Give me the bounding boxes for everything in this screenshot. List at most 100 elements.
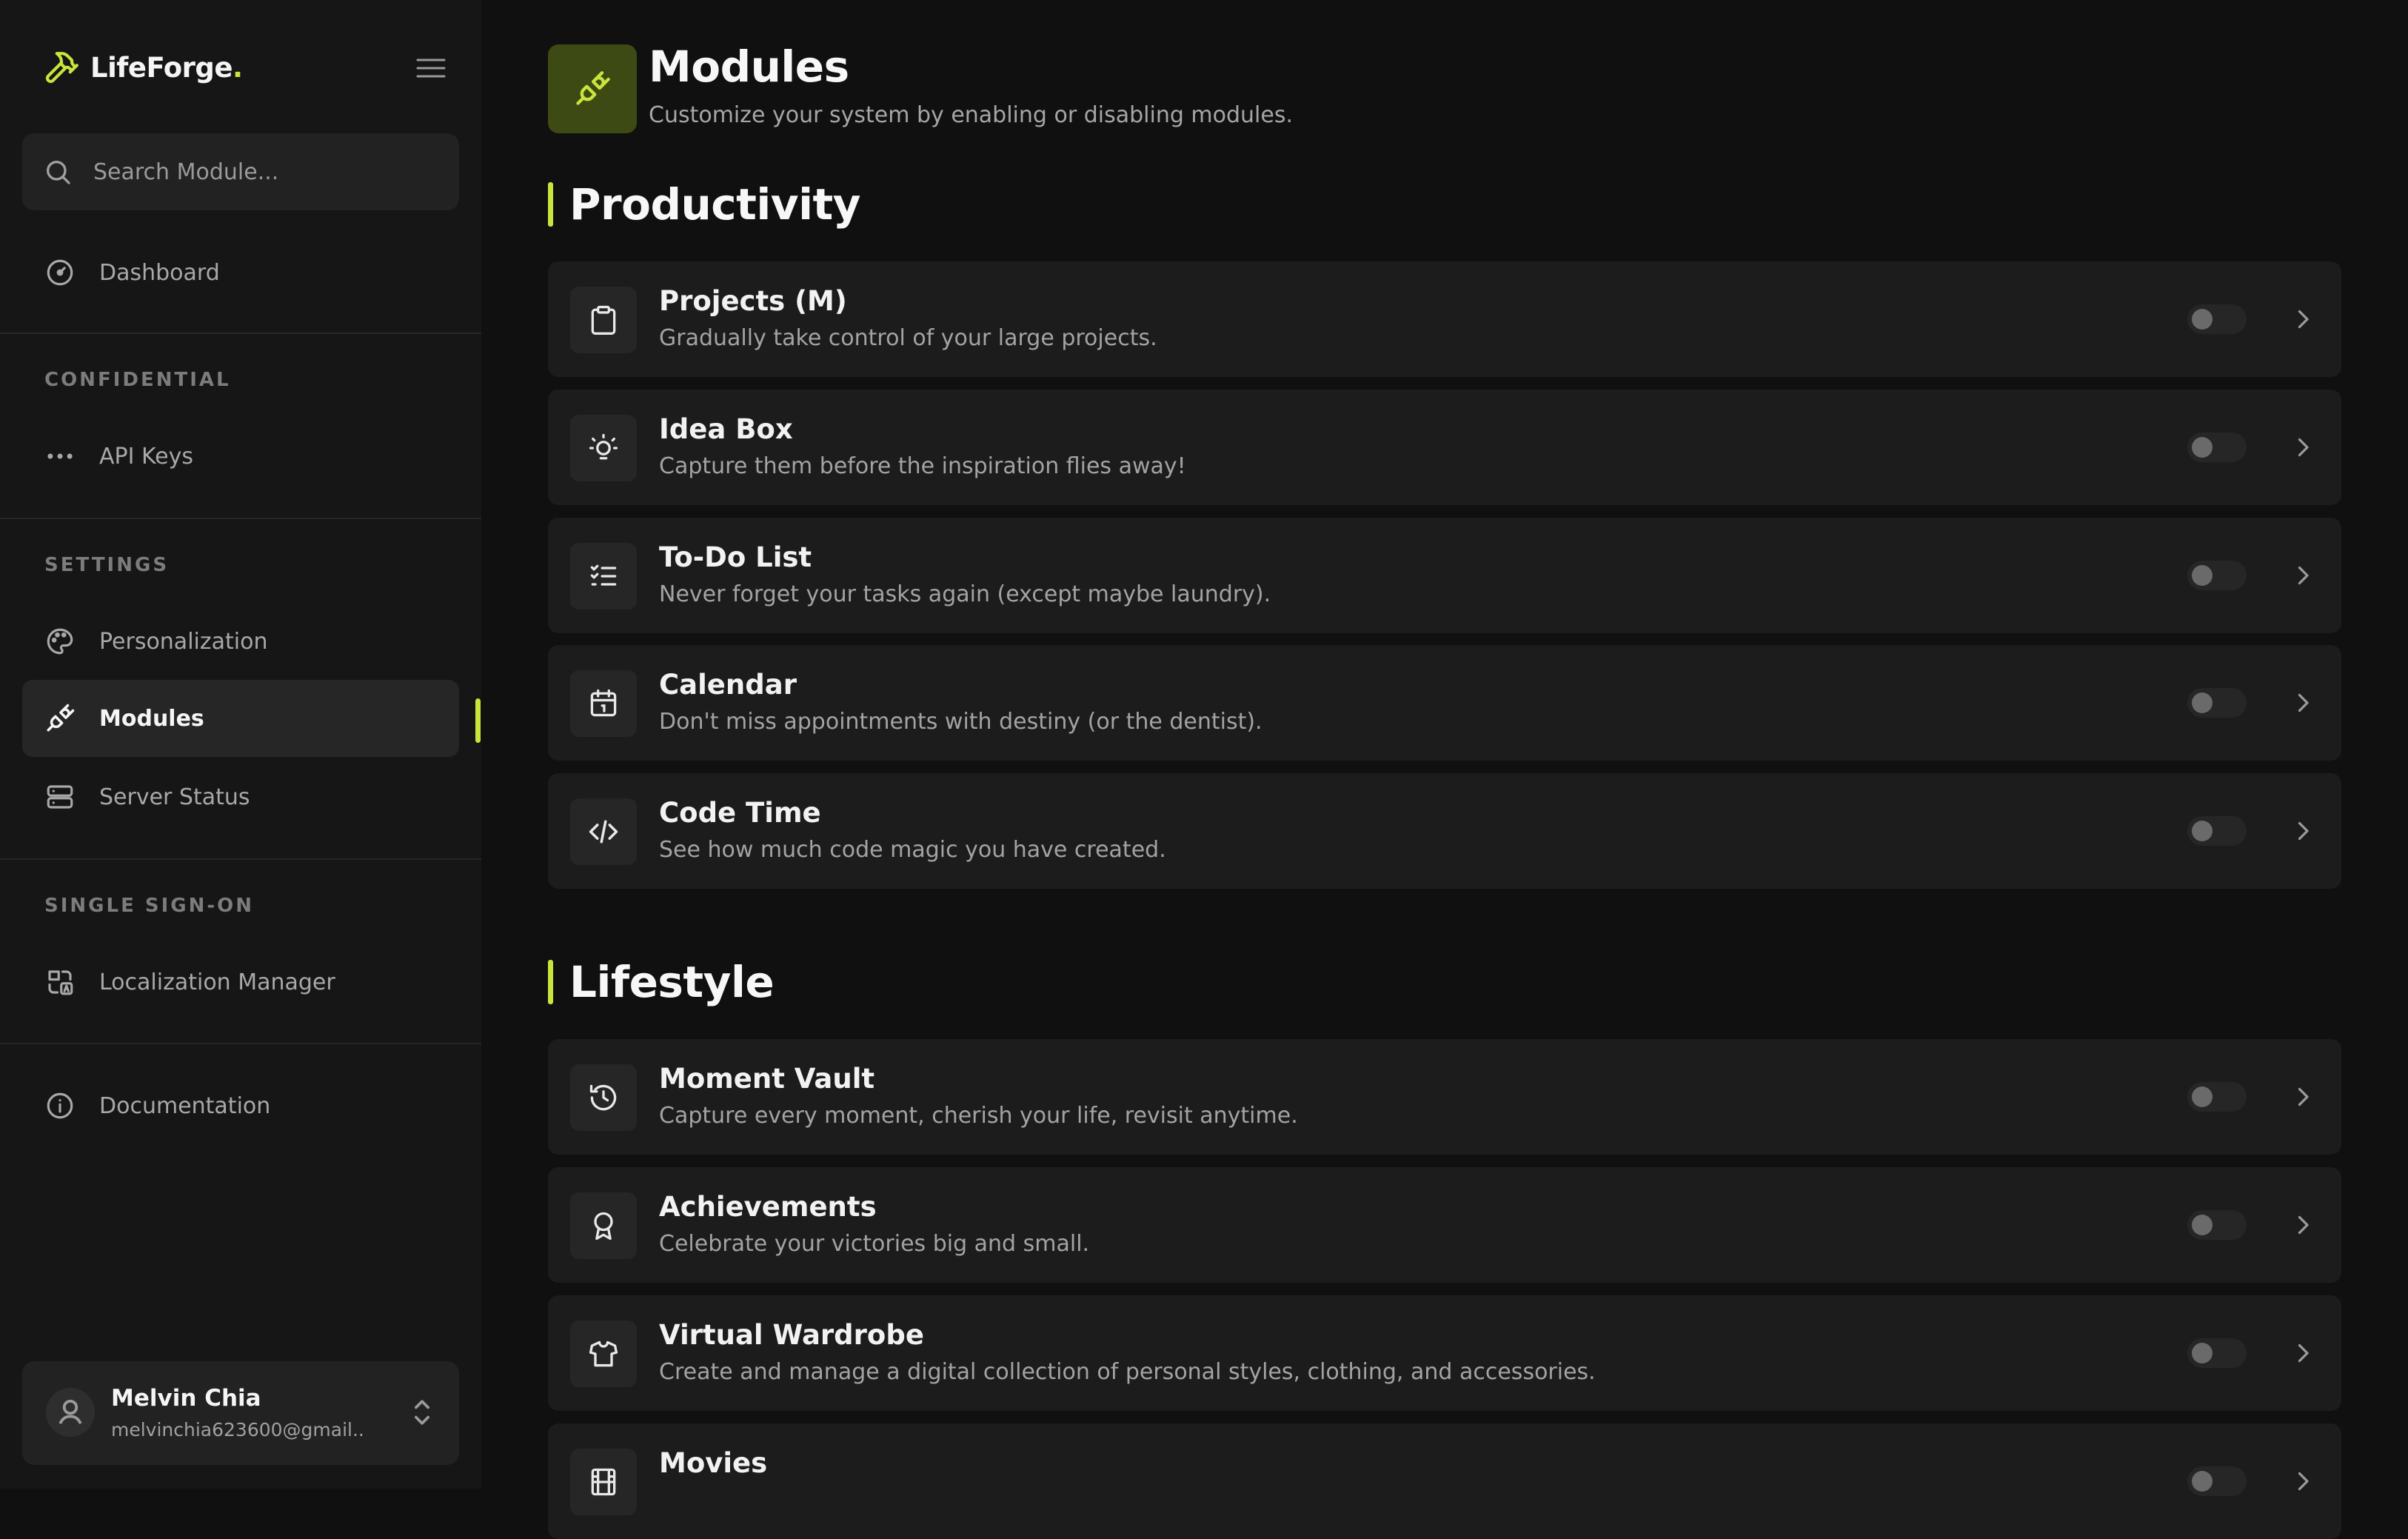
divider [0, 518, 481, 519]
search-input[interactable] [92, 158, 443, 186]
module-name: Moment Vault [659, 1063, 875, 1095]
brand-name: LifeForge [90, 51, 233, 84]
user-email: melvinchia623600@gmail.... [111, 1419, 363, 1440]
avatar [46, 1388, 95, 1437]
module-toggle[interactable] [2187, 1082, 2247, 1112]
module-description: Celebrate your victories big and small. [659, 1231, 1090, 1257]
module-card-virtual-wardrobe[interactable]: Virtual Wardrobe Create and manage a dig… [548, 1295, 2341, 1411]
module-toggle[interactable] [2187, 816, 2247, 846]
module-card-projects[interactable]: Projects (M) Gradually take control of y… [548, 261, 2341, 377]
brand-dot: . [232, 51, 243, 84]
module-name: Achievements [659, 1191, 877, 1223]
clipboard-icon [591, 305, 616, 335]
module-card-achievements[interactable]: Achievements Celebrate your victories bi… [548, 1167, 2341, 1283]
chevron-right-icon[interactable] [2290, 1084, 2316, 1110]
module-description: Don't miss appointments with destiny (or… [659, 709, 1262, 735]
toggle-knob [2192, 821, 2213, 841]
sidebar: LifeForge. Dashboard CONFIDENTIAL API Ke… [0, 0, 481, 1489]
chevron-right-icon[interactable] [2290, 818, 2316, 844]
module-toggle[interactable] [2187, 1210, 2247, 1240]
chevron-right-icon[interactable] [2290, 562, 2316, 589]
divider [0, 858, 481, 860]
toggle-knob [2192, 1215, 2213, 1235]
module-toggle[interactable] [2187, 304, 2247, 334]
user-icon [58, 1399, 82, 1424]
chevron-right-icon[interactable] [2290, 1340, 2316, 1366]
module-toggle[interactable] [2187, 1466, 2247, 1496]
module-name: Movies [659, 1447, 768, 1479]
module-toggle[interactable] [2187, 688, 2247, 718]
sidebar-item-label: API Keys [99, 443, 194, 470]
sidebar-item-documentation[interactable]: Documentation [22, 1067, 459, 1144]
menu-icon[interactable] [413, 55, 449, 81]
active-indicator [475, 698, 481, 743]
sidebar-item-api-keys[interactable]: API Keys [22, 418, 459, 495]
shirt-icon [589, 1341, 618, 1367]
category-accent-bar [548, 182, 553, 227]
module-description: Gradually take control of your large pro… [659, 325, 1157, 351]
user-card[interactable]: Melvin Chia melvinchia623600@gmail.... [22, 1361, 459, 1465]
category-accent-bar [548, 960, 553, 1004]
sidebar-item-localization-manager[interactable]: Localization Manager [22, 944, 459, 1021]
module-card-calendar[interactable]: Calendar Don't miss appointments with de… [548, 645, 2341, 761]
award-icon [594, 1212, 613, 1241]
chevron-right-icon[interactable] [2290, 1212, 2316, 1238]
chevron-right-icon[interactable] [2290, 1468, 2316, 1495]
page-header-icon [548, 44, 637, 133]
lightbulb-icon [589, 433, 618, 460]
chevron-right-icon[interactable] [2290, 306, 2316, 333]
brand[interactable]: LifeForge. [43, 49, 243, 86]
module-name: Idea Box [659, 413, 793, 445]
module-description: Create and manage a digital collection o… [659, 1359, 1596, 1385]
module-description: Capture every moment, cherish your life,… [659, 1103, 1298, 1129]
module-name: Virtual Wardrobe [659, 1319, 924, 1351]
search-box[interactable] [22, 133, 459, 210]
module-card-moment-vault[interactable]: Moment Vault Capture every moment, cheri… [548, 1039, 2341, 1155]
module-card-todo-list[interactable]: To-Do List Never forget your tasks again… [548, 518, 2341, 633]
module-name: To-Do List [659, 541, 812, 573]
sidebar-item-label: Documentation [99, 1092, 271, 1119]
module-icon [570, 543, 637, 610]
module-icon [570, 1192, 637, 1259]
palette-icon [47, 628, 73, 655]
toggle-knob [2192, 437, 2213, 458]
calendar-icon [590, 689, 617, 717]
module-card-code-time[interactable]: Code Time See how much code magic you ha… [548, 773, 2341, 889]
module-toggle[interactable] [2187, 1338, 2247, 1368]
section-label-sso: SINGLE SIGN-ON [44, 895, 255, 917]
module-toggle[interactable] [2187, 433, 2247, 462]
sidebar-item-label: Modules [99, 705, 204, 732]
module-icon [570, 670, 637, 737]
gauge-icon [47, 259, 73, 286]
sidebar-item-label: Localization Manager [99, 969, 335, 995]
module-name: Calendar [659, 669, 797, 701]
chevron-up-down-icon[interactable] [407, 1395, 437, 1429]
section-label-confidential: CONFIDENTIAL [44, 369, 231, 391]
module-name: Projects (M) [659, 285, 847, 317]
sidebar-item-modules[interactable]: Modules [22, 680, 459, 757]
chevron-right-icon[interactable] [2290, 434, 2316, 461]
checklist-icon [590, 564, 617, 586]
sidebar-item-server-status[interactable]: Server Status [22, 758, 459, 835]
page-subtitle: Customize your system by enabling or dis… [649, 102, 1293, 128]
module-card-idea-box[interactable]: Idea Box Capture them before the inspira… [548, 390, 2341, 505]
sidebar-item-dashboard[interactable]: Dashboard [22, 234, 459, 311]
divider [0, 333, 481, 334]
sidebar-item-personalization[interactable]: Personalization [22, 603, 459, 680]
toggle-knob [2192, 692, 2213, 713]
sidebar-item-label: Dashboard [99, 259, 220, 286]
module-name: Code Time [659, 797, 821, 829]
module-icon [570, 1449, 637, 1515]
toggle-knob [2192, 1343, 2213, 1363]
server-icon [47, 785, 73, 809]
module-description: Never forget your tasks again (except ma… [659, 581, 1271, 607]
module-description: Capture them before the inspiration flie… [659, 453, 1186, 479]
sidebar-item-label: Server Status [99, 784, 250, 810]
chevron-right-icon[interactable] [2290, 690, 2316, 716]
module-icon [570, 1321, 637, 1387]
module-toggle[interactable] [2187, 561, 2247, 590]
module-card-movies[interactable]: Movies [548, 1423, 2341, 1539]
toggle-knob [2192, 309, 2213, 330]
toggle-knob [2192, 565, 2213, 586]
module-icon [570, 798, 637, 865]
